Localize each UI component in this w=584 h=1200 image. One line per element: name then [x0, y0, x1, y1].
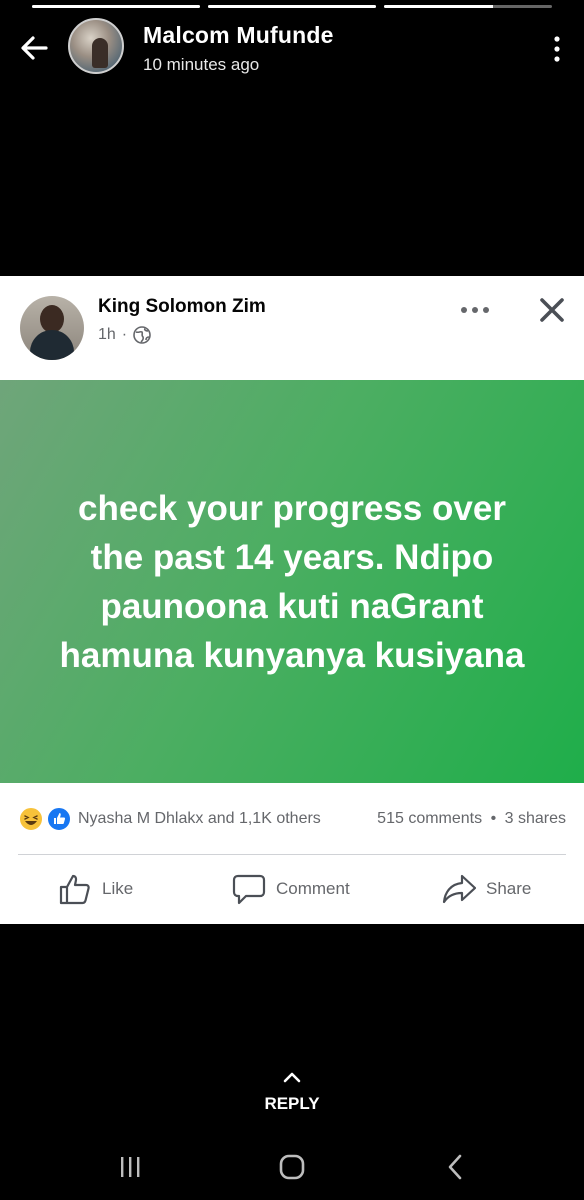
reply-label: REPLY — [264, 1094, 320, 1113]
story-header: Malcom Mufunde 10 minutes ago — [0, 18, 584, 78]
home-button[interactable] — [272, 1152, 312, 1182]
comment-button[interactable]: Comment — [232, 872, 350, 906]
story-user-name[interactable]: Malcom Mufunde — [143, 22, 334, 49]
comment-icon — [232, 874, 266, 905]
haha-icon[interactable] — [18, 806, 44, 832]
post-author-name[interactable]: King Solomon Zim — [98, 296, 266, 318]
post-text-line: hamuna kunyanya kusiyana — [59, 635, 525, 675]
story-time: 10 minutes ago — [143, 55, 260, 74]
post-text-line: check your progress over — [78, 488, 506, 528]
post-background: check your progress over the past 14 yea… — [0, 380, 584, 783]
more-vertical-icon[interactable] — [552, 36, 562, 62]
reactors-text[interactable]: Nyasha M Dhlakx and 1,1K others — [78, 810, 321, 828]
post-author-avatar[interactable] — [20, 296, 84, 360]
reply-button[interactable]: REPLY — [0, 1070, 584, 1114]
shares-count[interactable]: 3 shares — [505, 810, 566, 827]
share-label: Share — [486, 879, 532, 898]
share-button[interactable]: Share — [442, 872, 531, 906]
story-progress-segment — [32, 5, 200, 8]
recent-apps-button[interactable] — [110, 1152, 150, 1182]
recent-apps-icon — [121, 1157, 140, 1177]
post-meta: 1h · — [98, 326, 151, 344]
story-progress — [32, 5, 552, 9]
progress-fill — [208, 5, 376, 8]
close-icon[interactable] — [538, 296, 566, 324]
story-progress-segment — [384, 5, 552, 8]
chevron-left-icon — [448, 1154, 462, 1180]
arrow-left-icon[interactable] — [18, 32, 50, 64]
post-text-line: the past 14 years. Ndipo — [90, 537, 494, 577]
share-icon — [442, 874, 476, 904]
like-icon[interactable] — [46, 806, 72, 832]
system-nav-bar — [0, 1140, 584, 1200]
divider — [18, 854, 566, 855]
globe-icon — [133, 326, 151, 344]
meta-separator: · — [121, 326, 128, 343]
post-text-line: paunoona kuti naGrant — [100, 586, 484, 626]
post-actions: Like Comment Share — [0, 864, 584, 918]
thumbs-up-icon — [59, 874, 90, 905]
chevron-up-icon — [283, 1072, 301, 1083]
counts-separator: • — [490, 810, 497, 827]
more-horizontal-icon[interactable] — [460, 306, 490, 314]
story-progress-segment — [208, 5, 376, 8]
engagement-counts: 515 comments • 3 shares — [377, 810, 566, 828]
comments-count[interactable]: 515 comments — [377, 810, 482, 827]
comment-label: Comment — [276, 879, 350, 898]
reactions-row: Nyasha M Dhlakx and 1,1K others 515 comm… — [18, 802, 566, 838]
home-icon — [279, 1154, 305, 1180]
post-time: 1h — [98, 326, 116, 343]
shared-post-card: King Solomon Zim 1h · check your progres… — [0, 276, 584, 924]
back-button[interactable] — [436, 1152, 476, 1182]
post-text: check your progress over the past 14 yea… — [42, 484, 542, 680]
like-label: Like — [102, 879, 134, 898]
story-avatar[interactable] — [68, 18, 124, 74]
like-button[interactable]: Like — [58, 872, 133, 906]
progress-fill — [384, 5, 494, 8]
progress-fill — [32, 5, 200, 8]
